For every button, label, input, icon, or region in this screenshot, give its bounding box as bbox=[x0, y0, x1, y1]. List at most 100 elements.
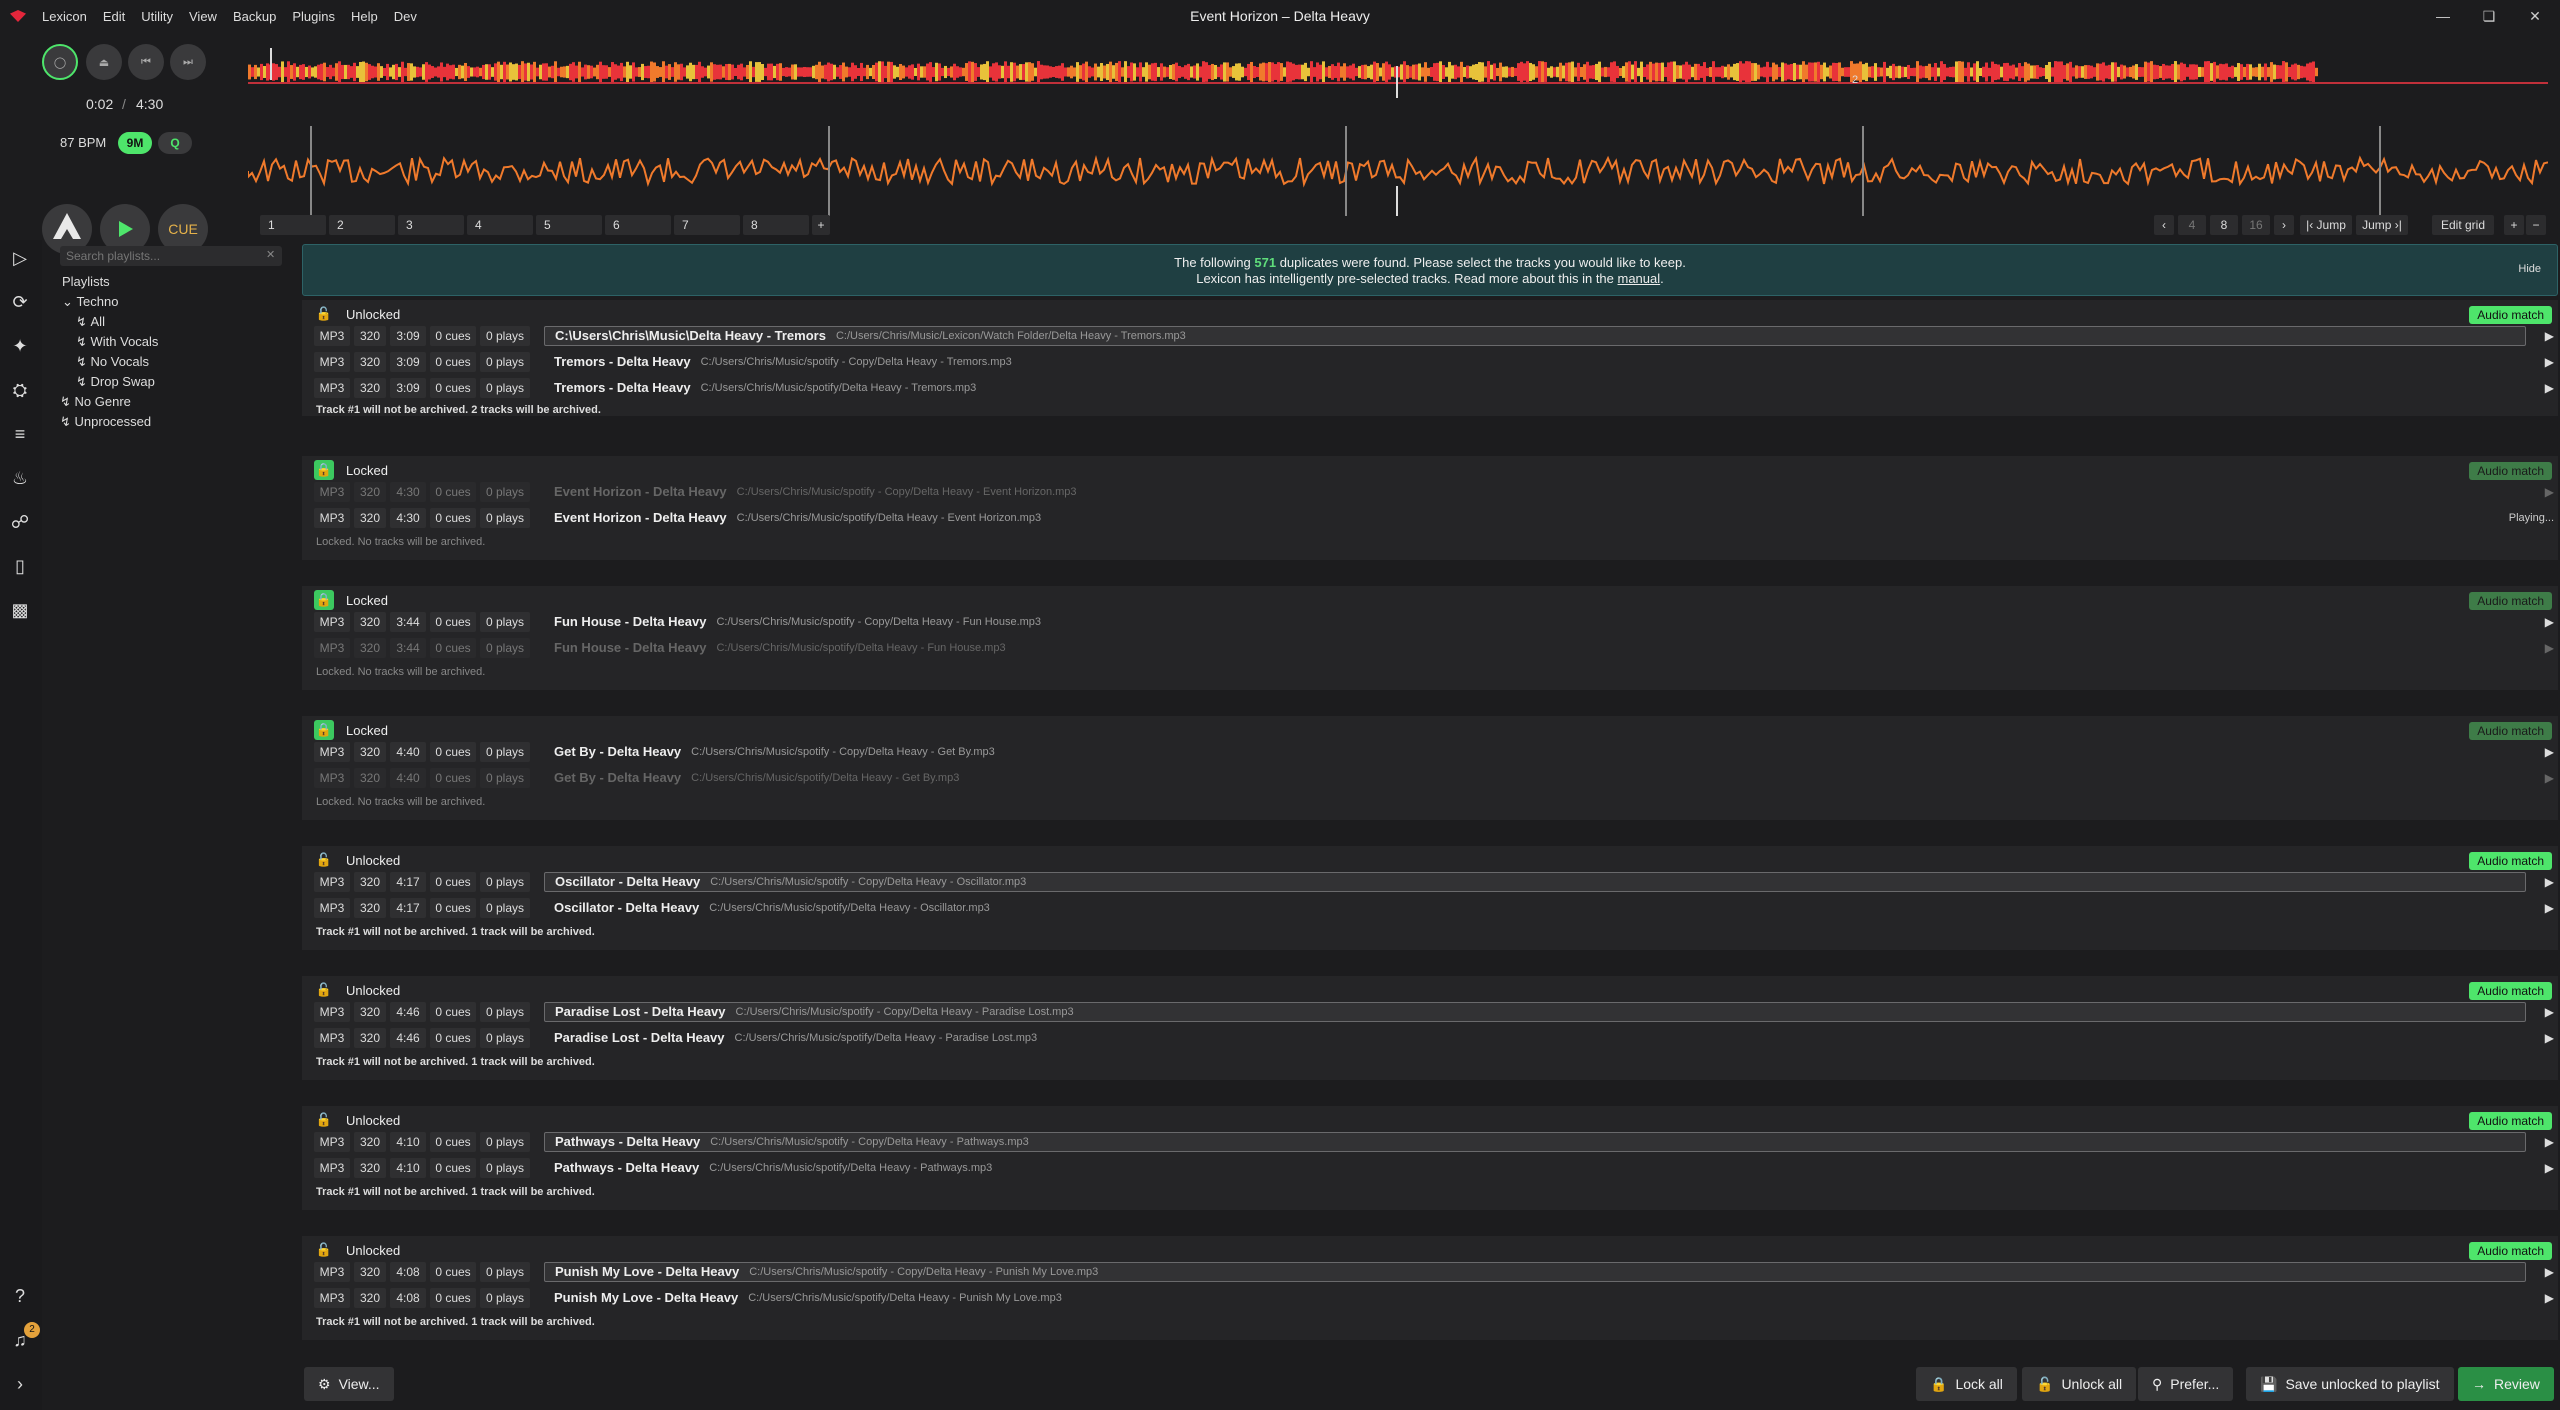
edit-grid-button[interactable]: Edit grid bbox=[2432, 215, 2494, 235]
track-name[interactable]: Oscillator - Delta Heavy C:/Users/Chris/M… bbox=[544, 872, 2526, 892]
track-row[interactable]: MP3 320 4:40 0 cues 0 plays Get By - Delta H… bbox=[314, 742, 2554, 762]
track-row[interactable]: MP3 320 4:30 0 cues 0 plays Event Horizon - … bbox=[314, 482, 2554, 502]
lock-icon[interactable]: 🔒 bbox=[314, 720, 334, 740]
track-row[interactable]: MP3 320 4:46 0 cues 0 plays Paradise Lost - … bbox=[314, 1002, 2554, 1022]
quantize-toggle[interactable]: Q bbox=[158, 132, 192, 154]
track-name[interactable]: Get By - Delta Heavy C:/Users/Chris/Music… bbox=[544, 768, 2526, 788]
play-track-icon[interactable]: ▶ bbox=[2526, 615, 2554, 629]
zoom-out-icon[interactable]: − bbox=[2526, 215, 2546, 235]
lock-all-button[interactable]: 🔒 Lock all bbox=[1916, 1367, 2017, 1401]
beatjump-4[interactable]: 4 bbox=[2178, 215, 2206, 235]
menu-view[interactable]: View bbox=[181, 9, 225, 24]
find-duplicates-icon[interactable]: ≡ bbox=[8, 422, 32, 446]
track-name[interactable]: Punish My Love - Delta Heavy C:/Users/Chr… bbox=[544, 1262, 2526, 1282]
track-row[interactable]: MP3 320 3:44 0 cues 0 plays Fun House - Delt… bbox=[314, 612, 2554, 632]
review-button[interactable]: → Review bbox=[2458, 1367, 2554, 1401]
add-hotcue-button[interactable]: + bbox=[812, 215, 830, 235]
unlock-icon[interactable]: 🔓 bbox=[314, 1240, 334, 1260]
hotcue-3[interactable]: 3 bbox=[398, 215, 464, 235]
clear-search-icon[interactable]: ✕ bbox=[266, 248, 275, 261]
sidebar-item-all[interactable]: ↯ All bbox=[76, 314, 105, 330]
hotcue-1[interactable]: 1 bbox=[260, 215, 326, 235]
lock-icon[interactable]: 🔒 bbox=[314, 590, 334, 610]
tags-icon[interactable]: ⛭ bbox=[8, 378, 32, 402]
track-name[interactable]: Pathways - Delta Heavy C:/Users/Chris/Mus… bbox=[544, 1158, 2526, 1178]
manual-link[interactable]: manual bbox=[1618, 271, 1661, 286]
hotcue-7[interactable]: 7 bbox=[674, 215, 740, 235]
play-track-icon[interactable]: ▶ bbox=[2526, 901, 2554, 915]
track-row[interactable]: MP3 320 4:10 0 cues 0 plays Pathways - Delta… bbox=[314, 1158, 2554, 1178]
sidebar-item-with-vocals[interactable]: ↯ With Vocals bbox=[76, 334, 158, 350]
track-row[interactable]: MP3 320 4:46 0 cues 0 plays Paradise Lost - … bbox=[314, 1028, 2554, 1048]
expand-icon[interactable]: › bbox=[8, 1372, 32, 1396]
mobile-icon[interactable]: ▯ bbox=[8, 554, 32, 578]
track-row[interactable]: MP3 320 4:08 0 cues 0 plays Punish My Love -… bbox=[314, 1288, 2554, 1308]
close-icon[interactable]: ✕ bbox=[2512, 0, 2558, 32]
beatjump-16[interactable]: 16 bbox=[2242, 215, 2270, 235]
track-row[interactable]: MP3 320 3:09 0 cues 0 plays Tremors - Delta … bbox=[314, 352, 2554, 372]
track-name[interactable]: Get By - Delta Heavy C:/Users/Chris/Music… bbox=[544, 742, 2526, 762]
menu-dev[interactable]: Dev bbox=[386, 9, 425, 24]
sync-icon[interactable]: ⟳ bbox=[8, 290, 32, 314]
unlock-all-button[interactable]: 🔓 Unlock all bbox=[2022, 1367, 2137, 1401]
prefer-button[interactable]: ⚲ Prefer... bbox=[2138, 1367, 2234, 1401]
play-track-icon[interactable]: ▶ bbox=[2526, 1031, 2554, 1045]
next-track-icon[interactable]: ⏭ bbox=[170, 44, 206, 80]
menu-help[interactable]: Help bbox=[343, 9, 386, 24]
hide-banner-button[interactable]: Hide bbox=[2518, 261, 2541, 277]
play-track-icon[interactable]: ▶ bbox=[2526, 485, 2554, 499]
detail-waveform[interactable] bbox=[248, 126, 2548, 216]
track-row[interactable]: MP3 320 4:10 0 cues 0 plays Pathways - Delta… bbox=[314, 1132, 2554, 1152]
sidebar-item-no-genre[interactable]: ↯ No Genre bbox=[60, 394, 131, 410]
waveform-area[interactable]: 2 bbox=[248, 36, 2548, 216]
beatjump-next-icon[interactable]: › bbox=[2274, 215, 2294, 235]
unlock-icon[interactable]: 🔓 bbox=[314, 850, 334, 870]
sidebar-item-unprocessed[interactable]: ↯ Unprocessed bbox=[60, 414, 151, 430]
minimize-icon[interactable]: — bbox=[2420, 0, 2466, 32]
play-track-icon[interactable]: ▶ bbox=[2526, 381, 2554, 395]
sidebar-item-techno[interactable]: ⌄ Techno bbox=[62, 294, 118, 310]
previous-track-icon[interactable]: ⏮ bbox=[128, 44, 164, 80]
track-name[interactable]: Paradise Lost - Delta Heavy C:/Users/Chri… bbox=[544, 1002, 2526, 1022]
play-track-icon[interactable]: ▶ bbox=[2526, 1161, 2554, 1175]
menu-utility[interactable]: Utility bbox=[133, 9, 181, 24]
track-row[interactable]: MP3 320 3:09 0 cues 0 plays Tremors - Delta … bbox=[314, 378, 2554, 398]
play-track-icon[interactable]: ▶ bbox=[2526, 1265, 2554, 1279]
key-badge[interactable]: 9M bbox=[118, 132, 152, 154]
track-name[interactable]: Fun House - Delta Heavy C:/Users/Chris/Mu… bbox=[544, 638, 2526, 658]
play-track-icon[interactable]: ▶ bbox=[2526, 771, 2554, 785]
play-track-icon[interactable]: ▶ bbox=[2526, 1291, 2554, 1305]
unlock-icon[interactable]: 🔓 bbox=[314, 304, 334, 324]
playlist-search-input[interactable] bbox=[60, 246, 282, 266]
track-row[interactable]: MP3 320 4:30 0 cues 0 plays Event Horizon - … bbox=[314, 508, 2554, 528]
unlock-icon[interactable]: 🔓 bbox=[314, 1110, 334, 1130]
maximize-icon[interactable]: ❏ bbox=[2466, 0, 2512, 32]
hotcue-4[interactable]: 4 bbox=[467, 215, 533, 235]
overview-waveform[interactable] bbox=[248, 48, 2548, 108]
track-row[interactable]: MP3 320 3:44 0 cues 0 plays Fun House - Delt… bbox=[314, 638, 2554, 658]
beatjump-prev-icon[interactable]: ‹ bbox=[2154, 215, 2174, 235]
hotcue-5[interactable]: 5 bbox=[536, 215, 602, 235]
track-name[interactable]: Oscillator - Delta Heavy C:/Users/Chris/M… bbox=[544, 898, 2526, 918]
hotcue-8[interactable]: 8 bbox=[743, 215, 809, 235]
zoom-in-icon[interactable]: + bbox=[2504, 215, 2524, 235]
play-track-icon[interactable]: ▶ bbox=[2526, 875, 2554, 889]
play-mode-icon[interactable]: ▷ bbox=[8, 246, 32, 270]
track-name[interactable]: Event Horizon - Delta Heavy C:/Users/Chri… bbox=[544, 508, 2494, 528]
track-name[interactable]: Event Horizon - Delta Heavy C:/Users/Chri… bbox=[544, 482, 2526, 502]
hotcue-6[interactable]: 6 bbox=[605, 215, 671, 235]
cart-icon[interactable]: ☍ bbox=[8, 510, 32, 534]
magic-wand-icon[interactable]: ✦ bbox=[8, 334, 32, 358]
stats-icon[interactable]: ▩ bbox=[8, 598, 32, 622]
menu-plugins[interactable]: Plugins bbox=[284, 9, 343, 24]
view-options-button[interactable]: ⚙ View... bbox=[304, 1367, 394, 1401]
play-track-icon[interactable]: ▶ bbox=[2526, 745, 2554, 759]
beatjump-8[interactable]: 8 bbox=[2210, 215, 2238, 235]
hotcue-2[interactable]: 2 bbox=[329, 215, 395, 235]
track-name[interactable]: Paradise Lost - Delta Heavy C:/Users/Chri… bbox=[544, 1028, 2526, 1048]
jump-back-button[interactable]: |‹ Jump bbox=[2300, 215, 2352, 235]
help-icon[interactable]: ? bbox=[8, 1284, 32, 1308]
track-name[interactable]: C:\Users\Chris\Music\Delta Heavy - Tremo… bbox=[544, 326, 2526, 346]
lock-icon[interactable]: 🔒 bbox=[314, 460, 334, 480]
play-track-icon[interactable]: ▶ bbox=[2526, 329, 2554, 343]
